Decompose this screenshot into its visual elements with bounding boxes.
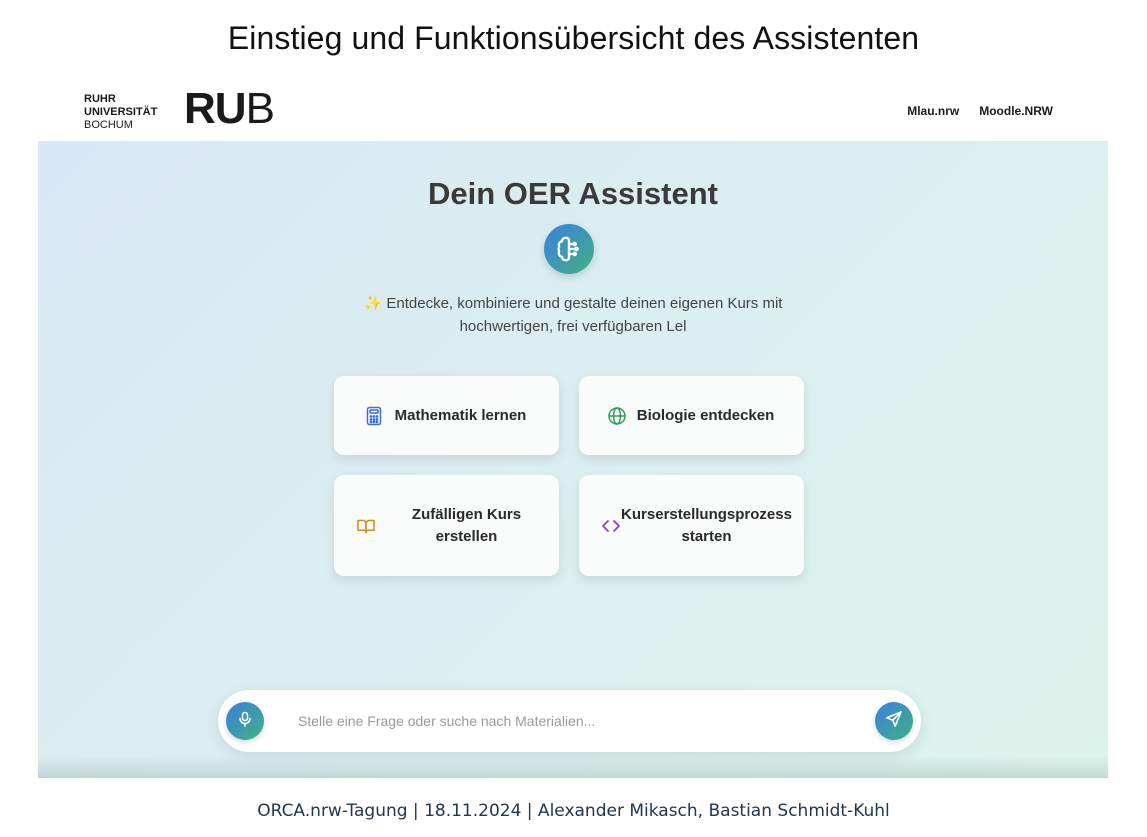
quick-action-random-course[interactable]: Zufälligen Kurs erstellen [334, 475, 559, 576]
logo-mark-bold: RU [184, 84, 247, 133]
send-icon [885, 710, 903, 733]
send-button[interactable] [875, 702, 913, 740]
logo-line-universitaet: UNIVERSITÄT [84, 106, 158, 118]
card-label: Zufälligen Kurs erstellen [411, 505, 522, 545]
logo-line-bochum: BOCHUM [84, 119, 133, 131]
nav-link-mlau[interactable]: Mlau.nrw [907, 104, 959, 118]
search-input[interactable] [298, 710, 858, 732]
logo-mark: RUB [184, 84, 275, 133]
page-title: Dein OER Assistent [428, 176, 718, 211]
top-navigation-bar: RUHR UNIVERSITÄT BOCHUM RUB Mlau.nrw Moo… [38, 80, 1108, 142]
nav-link-moodle[interactable]: Moodle.NRW [979, 104, 1053, 118]
quick-action-mathematik[interactable]: Mathematik lernen [334, 376, 559, 455]
code-icon [601, 516, 621, 536]
header-nav: Mlau.nrw Moodle.NRW [907, 104, 1053, 118]
assistant-main-area: Dein OER Assistent ✨ Entdecke, kombinier… [38, 142, 1108, 778]
brain-icon [544, 224, 594, 274]
quick-action-course-creation[interactable]: Kurserstellungsprozess starten [579, 475, 804, 576]
microphone-button[interactable] [226, 702, 264, 740]
logo-wordmark: RUHR UNIVERSITÄT BOCHUM [84, 93, 174, 132]
quick-action-biologie[interactable]: Biologie entdecken [579, 376, 804, 455]
slide-footer: ORCA.nrw-Tagung | 18.11.2024 | Alexander… [257, 801, 890, 821]
chat-input-bar [218, 690, 921, 752]
slide-title: Einstieg und Funktionsübersicht des Assi… [227, 20, 920, 56]
card-label: Biologie entdecken [636, 406, 775, 424]
tagline-text: Entdecke, kombiniere und gestalte deinen… [386, 295, 783, 335]
card-label: Kurserstellungsprozess starten [621, 505, 792, 545]
sparkle-icon: ✨ [363, 295, 383, 312]
microphone-icon [237, 711, 253, 732]
tagline: ✨ Entdecke, kombiniere und gestalte dein… [338, 292, 808, 338]
globe-icon [607, 406, 627, 426]
calculator-icon [364, 406, 384, 426]
logo-mark-light: B [245, 84, 275, 133]
card-label: Mathematik lernen [394, 406, 527, 424]
logo-line-ruhr: RUHR [84, 93, 116, 105]
app-window: RUHR UNIVERSITÄT BOCHUM RUB Mlau.nrw Moo… [38, 80, 1108, 778]
book-icon [356, 516, 376, 536]
